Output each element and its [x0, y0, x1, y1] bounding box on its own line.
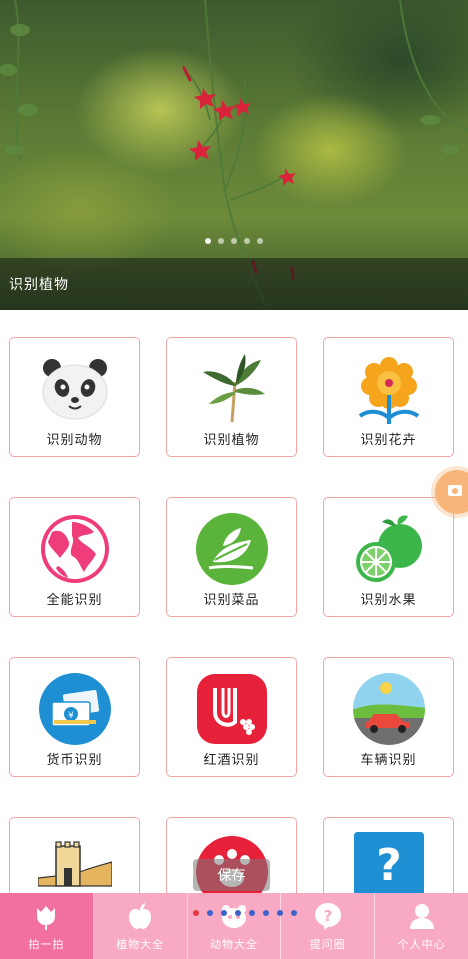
feature-card-label: 识别动物	[46, 433, 103, 448]
app-screen: 识别植物 识别动物 识别植物 识别花卉 全能识别 识别菜品 识别水果 ¥ 货币识…	[0, 0, 468, 959]
wine-icon	[196, 674, 267, 744]
feature-card-fruit[interactable]: 识别水果	[323, 497, 454, 617]
feature-card-plant[interactable]: 识别植物	[166, 337, 297, 457]
person-icon	[409, 904, 434, 929]
feature-card-label: 识别花卉	[360, 433, 417, 448]
carousel-dot[interactable]	[257, 238, 263, 244]
tab-label: 植物大全	[116, 938, 165, 951]
page-dot	[291, 910, 297, 916]
tab-questions[interactable]: ? 提问圈	[281, 893, 376, 959]
feature-card-label: 车辆识别	[360, 753, 417, 768]
tab-label: 动物大全	[209, 938, 258, 951]
carousel-dot[interactable]	[218, 238, 224, 244]
question-bubble-icon: ?	[314, 903, 341, 930]
feature-card-flower[interactable]: 识别花卉	[323, 337, 454, 457]
feature-card-label: 货币识别	[46, 753, 103, 768]
tab-profile[interactable]: 个人中心	[375, 893, 468, 959]
tulip-icon	[37, 906, 56, 930]
tab-plants[interactable]: 植物大全	[94, 893, 188, 959]
feature-card-animal[interactable]: 识别动物	[9, 337, 140, 457]
svg-text:¥: ¥	[68, 711, 74, 721]
feature-card-currency[interactable]: ¥ 货币识别	[9, 657, 140, 777]
apple-icon	[129, 903, 152, 929]
page-indicator-dots	[193, 910, 297, 916]
banner-caption-bar	[0, 258, 468, 310]
feature-card-wine[interactable]: 红酒识别	[166, 657, 297, 777]
feature-card-universal[interactable]: 全能识别	[9, 497, 140, 617]
flower-icon	[358, 357, 419, 424]
feature-card-label: 识别水果	[360, 593, 417, 608]
tab-animals[interactable]: 动物大全	[188, 893, 282, 959]
feature-card-label: 识别菜品	[203, 593, 260, 608]
page-dot	[207, 910, 213, 916]
banner-caption: 识别植物	[9, 277, 69, 293]
panda-icon	[42, 359, 107, 420]
carousel-dot[interactable]	[244, 238, 250, 244]
page-dot	[235, 910, 241, 916]
bottom-tab-bar: 拍一拍 植物大全 动物大全 ? 提问圈 个人中心	[0, 893, 468, 959]
car-icon	[352, 673, 425, 745]
svg-text:?: ?	[376, 840, 402, 891]
carousel-dots[interactable]	[0, 238, 468, 244]
feature-card-label: 红酒识别	[203, 753, 260, 768]
panda-face-icon	[221, 905, 246, 928]
page-dot	[193, 910, 199, 916]
tab-label: 个人中心	[397, 938, 446, 951]
money-icon: ¥	[38, 673, 111, 745]
page-dot	[277, 910, 283, 916]
feature-card-dish[interactable]: 识别菜品	[166, 497, 297, 617]
page-dot	[263, 910, 269, 916]
page-dot	[221, 910, 227, 916]
tab-snap[interactable]: 拍一拍	[0, 893, 94, 959]
globe-icon	[40, 515, 109, 583]
page-dot	[249, 910, 255, 916]
camera-icon	[448, 485, 462, 496]
carousel-dot[interactable]	[231, 238, 237, 244]
plant-icon	[202, 354, 265, 423]
feature-card-vehicle[interactable]: 车辆识别	[323, 657, 454, 777]
svg-text:?: ?	[323, 907, 332, 925]
tab-label: 提问圈	[309, 938, 346, 951]
fruit-icon	[355, 515, 422, 582]
feature-card-label: 识别植物	[203, 433, 260, 448]
leaf-dish-icon	[195, 513, 268, 585]
feature-card-label: 全能识别	[46, 593, 103, 608]
banner-carousel[interactable]: 识别植物	[0, 0, 468, 310]
tab-label: 拍一拍	[28, 938, 65, 951]
save-toast[interactable]: 保存	[193, 859, 270, 891]
carousel-dot[interactable]	[205, 238, 211, 244]
